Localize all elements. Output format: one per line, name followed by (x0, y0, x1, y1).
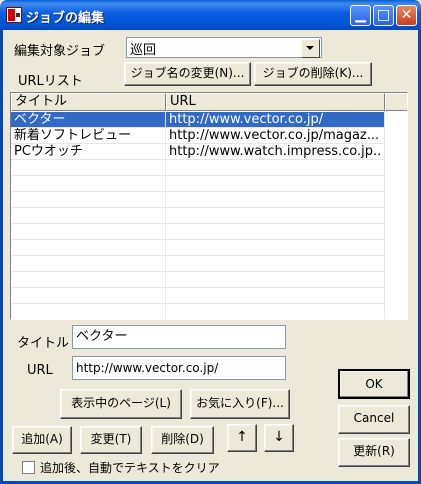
table-row[interactable]: PCウオッチ http://www.watch.impress.co.jp... (11, 144, 385, 160)
cancel-button[interactable]: Cancel (338, 405, 410, 434)
column-divider (384, 111, 385, 319)
clear-after-add-label: 追加後、自動でテキストをクリア (40, 461, 220, 475)
update-button[interactable]: 更新(R) (338, 438, 410, 467)
current-page-button[interactable]: 表示中のページ(L) (60, 389, 182, 419)
window-frame-left (0, 30, 3, 484)
empty-row (11, 240, 385, 256)
empty-row (11, 176, 385, 192)
ok-button-label: OK (365, 377, 383, 391)
empty-row (11, 192, 385, 208)
favorites-button-label: お気に入り(F)... (196, 396, 284, 410)
url-input[interactable]: http://www.vector.co.jp/ (72, 356, 286, 380)
empty-row (11, 208, 385, 224)
url-label: URL (27, 363, 53, 378)
move-up-button[interactable]: ↑ (227, 424, 257, 452)
empty-row (11, 256, 385, 272)
clear-after-add-checkbox[interactable] (22, 461, 35, 474)
chevron-down-icon[interactable] (301, 39, 320, 58)
job-select-value: 巡回 (130, 43, 157, 58)
app-icon (6, 7, 22, 23)
minimize-button[interactable]: ▁ (350, 5, 371, 26)
add-button[interactable]: 追加(A) (12, 426, 72, 454)
add-button-label: 追加(A) (21, 432, 63, 446)
maximize-icon: □ (376, 7, 391, 23)
job-select[interactable]: 巡回 (126, 37, 322, 58)
window-title: ジョブの編集 (26, 11, 105, 26)
job-select-label: 編集対象ジョブ (14, 44, 106, 59)
table-row[interactable]: 新着ソフトレビュー http://www.vector.co.jp/magaz.… (11, 128, 385, 144)
column-header-title[interactable]: タイトル (11, 93, 166, 111)
empty-row (11, 272, 385, 288)
row-title: 新着ソフトレビュー (14, 128, 132, 143)
row-title: ベクター (14, 112, 66, 127)
arrow-up-icon: ↑ (236, 429, 248, 445)
rename-job-button-label: ジョブ名の変更(N)... (130, 66, 245, 80)
change-button-label: 変更(T) (90, 432, 132, 446)
url-list-view[interactable]: タイトル URL ベクター http://www.vector.co.jp/ 新… (10, 92, 408, 320)
empty-row (11, 224, 385, 240)
delete-job-button[interactable]: ジョブの削除(K)... (254, 62, 372, 86)
maximize-button[interactable]: □ (373, 5, 394, 26)
rename-job-button[interactable]: ジョブ名の変更(N)... (124, 62, 251, 86)
close-button[interactable]: ✕ (396, 5, 417, 26)
delete-button[interactable]: 削除(D) (151, 426, 214, 454)
row-title: PCウオッチ (14, 144, 83, 159)
row-url: http://www.watch.impress.co.jp... (169, 144, 381, 159)
empty-row (11, 304, 385, 319)
change-button[interactable]: 変更(T) (80, 426, 142, 454)
url-list-label: URLリスト (18, 74, 83, 89)
row-url: http://www.vector.co.jp/magaz... (169, 128, 380, 143)
title-input[interactable]: ベクター (72, 325, 286, 349)
ok-button[interactable]: OK (338, 369, 410, 399)
move-down-button[interactable]: ↓ (264, 424, 294, 452)
table-row[interactable]: ベクター http://www.vector.co.jp/ (11, 112, 385, 128)
column-header-filler (385, 93, 407, 111)
close-icon: ✕ (400, 7, 413, 23)
row-url: http://www.vector.co.jp/ (169, 112, 324, 127)
current-page-button-label: 表示中のページ(L) (71, 396, 171, 410)
column-header-url[interactable]: URL (166, 93, 385, 111)
arrow-down-icon: ↓ (273, 429, 285, 445)
favorites-button[interactable]: お気に入り(F)... (190, 389, 290, 419)
title-label: タイトル (17, 336, 70, 351)
empty-row (11, 288, 385, 304)
minimize-icon: ▁ (355, 7, 366, 23)
cancel-button-label: Cancel (353, 411, 395, 425)
delete-button-label: 削除(D) (161, 432, 204, 446)
empty-row (11, 160, 385, 176)
column-divider (165, 111, 166, 319)
delete-job-button-label: ジョブの削除(K)... (262, 66, 364, 80)
update-button-label: 更新(R) (353, 444, 395, 458)
